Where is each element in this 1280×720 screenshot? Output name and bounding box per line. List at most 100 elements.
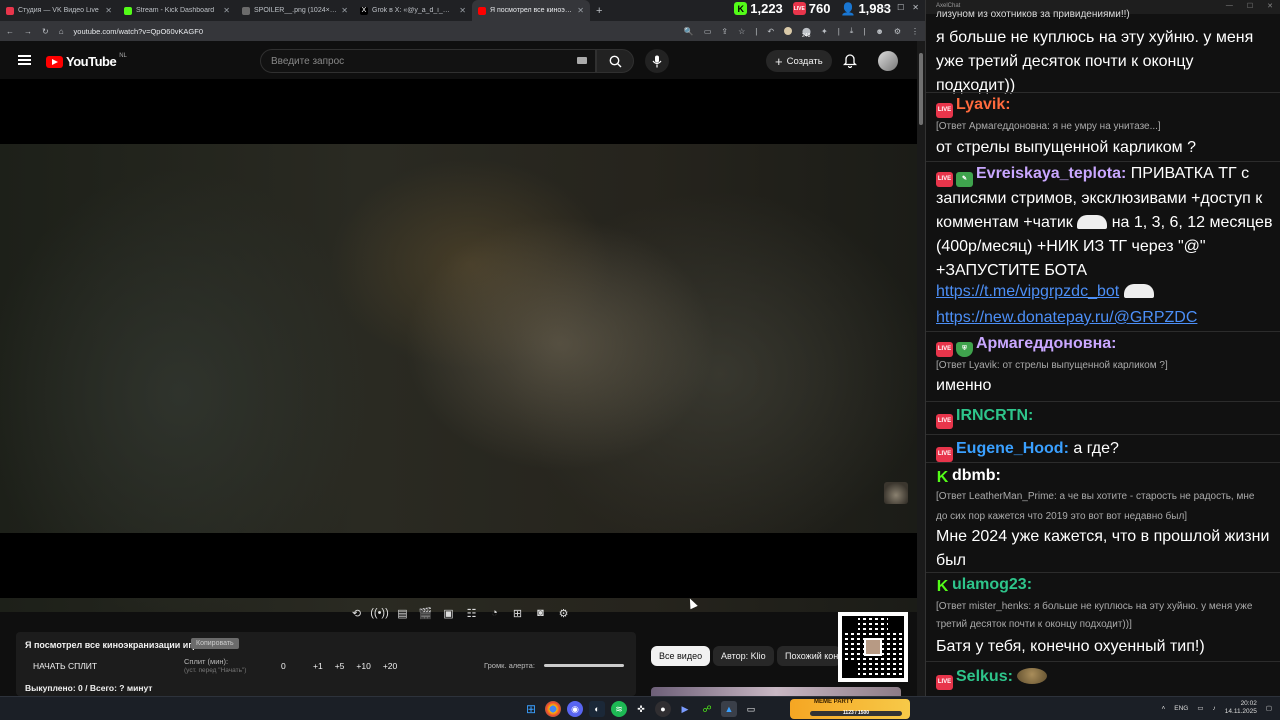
close-tab-icon[interactable]: ✕: [459, 6, 466, 15]
clock-time: 20:02: [1240, 700, 1257, 707]
maximize-icon[interactable]: ☐: [897, 3, 904, 12]
increment-20-button[interactable]: +20: [383, 661, 397, 671]
tab-vk-studio[interactable]: Студия — VK Видео Live ✕: [0, 0, 118, 21]
extension-badge-icon[interactable]: ⬤ 248: [802, 27, 811, 39]
chevron-up-icon[interactable]: ˄: [1161, 705, 1165, 712]
back-icon[interactable]: ←: [6, 27, 14, 36]
windows-start-icon[interactable]: ⊞: [523, 701, 539, 717]
vk-viewers-value: 760: [808, 1, 831, 16]
monitor-app-icon[interactable]: ▭: [743, 701, 759, 717]
scrollbar-thumb[interactable]: [919, 53, 923, 125]
qr-code: [838, 612, 908, 682]
menu-icon[interactable]: [18, 55, 31, 65]
add-frame-icon[interactable]: ⊞: [509, 606, 526, 621]
split-value[interactable]: 0: [281, 661, 286, 671]
chat-message: Kulamog23:: [936, 573, 1276, 597]
emote-icon: [1077, 215, 1108, 229]
close-tab-icon[interactable]: ✕: [341, 6, 348, 15]
vk-viewer-counter: LIVE 760: [792, 1, 831, 16]
increment-5-button[interactable]: +5: [335, 661, 345, 671]
recommended-thumbnail[interactable]: [651, 687, 901, 696]
bookmark-star-icon[interactable]: ☆: [738, 27, 745, 36]
extensions-puzzle-icon[interactable]: ✦: [821, 27, 828, 36]
tab-youtube-video[interactable]: Я посмотрел все киноэкранизации ✕: [472, 0, 590, 21]
menu-dots-icon[interactable]: ⋮: [911, 27, 919, 36]
broadcast-icon[interactable]: ((•)): [370, 606, 389, 621]
network-icon[interactable]: ▭: [1197, 704, 1203, 712]
notifications-icon[interactable]: ▢: [1266, 704, 1272, 712]
avatar[interactable]: [878, 51, 898, 71]
kick-viewers-value: 1,223: [750, 1, 783, 16]
increment-10-button[interactable]: +10: [356, 661, 370, 671]
chat-username: Evreiskaya_teplota:: [976, 165, 1127, 182]
language-indicator[interactable]: ENG: [1174, 705, 1188, 712]
split-hint: (уст. перед "Начать"): [184, 667, 247, 674]
profile-icon[interactable]: ☻: [875, 27, 883, 36]
voice-search-button[interactable]: [645, 49, 669, 73]
obs-icon[interactable]: ●: [655, 701, 671, 717]
back-arrow-icon[interactable]: ↶: [767, 27, 774, 36]
chip-similar[interactable]: Похожий кон: [777, 646, 841, 666]
video-player[interactable]: [0, 79, 917, 612]
separator: |: [755, 26, 758, 36]
clock[interactable]: 20:02 14.11.2025: [1225, 700, 1257, 716]
chip-all-videos[interactable]: Все видео: [651, 646, 711, 666]
chrome-icon[interactable]: [545, 701, 561, 717]
system-tray: ˄ ENG ▭ ♪ 20:02 14.11.2025 ▢: [1161, 700, 1272, 716]
create-button[interactable]: + Создать: [766, 50, 832, 72]
settings-icon[interactable]: ⚙: [894, 27, 901, 36]
steam-icon[interactable]: ◐: [589, 701, 605, 717]
url-field[interactable]: youtube.com/watch?v=QpO60vKAGF0: [74, 27, 674, 36]
discord-icon[interactable]: ◉: [567, 701, 583, 717]
filmstrip-icon[interactable]: ☷: [463, 606, 480, 621]
gamepad-icon[interactable]: ✜: [633, 701, 649, 717]
chip-author[interactable]: Автор: Klio: [713, 646, 774, 666]
chat-link[interactable]: https://new.donatepay.ru/@GRPZDC: [936, 309, 1197, 326]
settings-video-icon[interactable]: ▤: [394, 606, 411, 621]
chat-message: LIVE ⛨ Армагеддоновна:: [936, 332, 1276, 357]
youtube-logo[interactable]: YouTube NL: [46, 53, 127, 69]
share-icon[interactable]: ⇪: [721, 27, 728, 36]
meme-party-progress: 1123 / 1500: [810, 711, 902, 716]
keyboard-icon[interactable]: [577, 57, 587, 64]
tab-grok-x[interactable]: X Grok в X: «@y_a_d_i_m_o_n Ф ✕: [354, 0, 472, 21]
zoom-icon[interactable]: 🔍: [684, 27, 694, 36]
clapperboard-icon[interactable]: 🎬: [417, 606, 434, 621]
gear-icon[interactable]: ⚙: [555, 606, 572, 621]
notifications-bell-icon[interactable]: [843, 53, 857, 68]
cast-icon[interactable]: ▭: [704, 27, 712, 36]
chat-app-icon[interactable]: ☍: [699, 701, 715, 717]
close-window-icon[interactable]: ✕: [912, 3, 919, 12]
search-button[interactable]: [596, 49, 634, 73]
camera-icon[interactable]: ◙: [532, 606, 549, 621]
spotify-icon[interactable]: ≋: [611, 701, 627, 717]
forward-icon[interactable]: →: [24, 27, 32, 36]
search-input[interactable]: Введите запрос: [260, 49, 596, 73]
chat-message: я больше не куплюсь на эту хуйню. у меня…: [936, 26, 1276, 98]
download-icon[interactable]: ⤓: [850, 26, 854, 36]
increment-1-button[interactable]: +1: [313, 661, 323, 671]
new-tab-button[interactable]: +: [596, 5, 602, 17]
chat-message: от стрелы выпущенной карликом ?: [936, 136, 1276, 160]
axelchat-icon[interactable]: ▲: [721, 701, 737, 717]
home-icon[interactable]: ⌂: [59, 27, 64, 36]
volume-icon[interactable]: ♪: [1213, 705, 1216, 712]
speedometer-icon[interactable]: ◔: [486, 606, 503, 621]
close-tab-icon[interactable]: ✕: [223, 6, 230, 15]
meme-party-widget[interactable]: MEME PARTY 1123 / 1500: [790, 699, 910, 719]
reload-icon[interactable]: ↻: [42, 27, 49, 36]
close-tab-icon[interactable]: ✕: [577, 6, 584, 15]
picture-in-picture-icon[interactable]: ▣: [440, 606, 457, 621]
page-scrollbar[interactable]: [917, 41, 925, 696]
extension-icon[interactable]: [784, 27, 793, 35]
copy-button[interactable]: Копировать: [191, 638, 239, 649]
close-tab-icon[interactable]: ✕: [105, 6, 112, 15]
tab-kick-dashboard[interactable]: Stream - Kick Dashboard ✕: [118, 0, 236, 21]
chat-link[interactable]: https://t.me/vipgrpzdc_bot: [936, 283, 1119, 300]
start-split-button[interactable]: НАЧАТЬ СПЛИТ: [33, 661, 97, 671]
alert-volume-slider[interactable]: [544, 664, 624, 667]
tab-spoiler-image[interactable]: SPOILER__.png (1024×716) ✕: [236, 0, 354, 21]
loop-icon[interactable]: ⟲: [348, 606, 365, 621]
minimize-icon[interactable]: —: [881, 3, 889, 12]
media-player-icon[interactable]: ▶: [677, 701, 693, 717]
